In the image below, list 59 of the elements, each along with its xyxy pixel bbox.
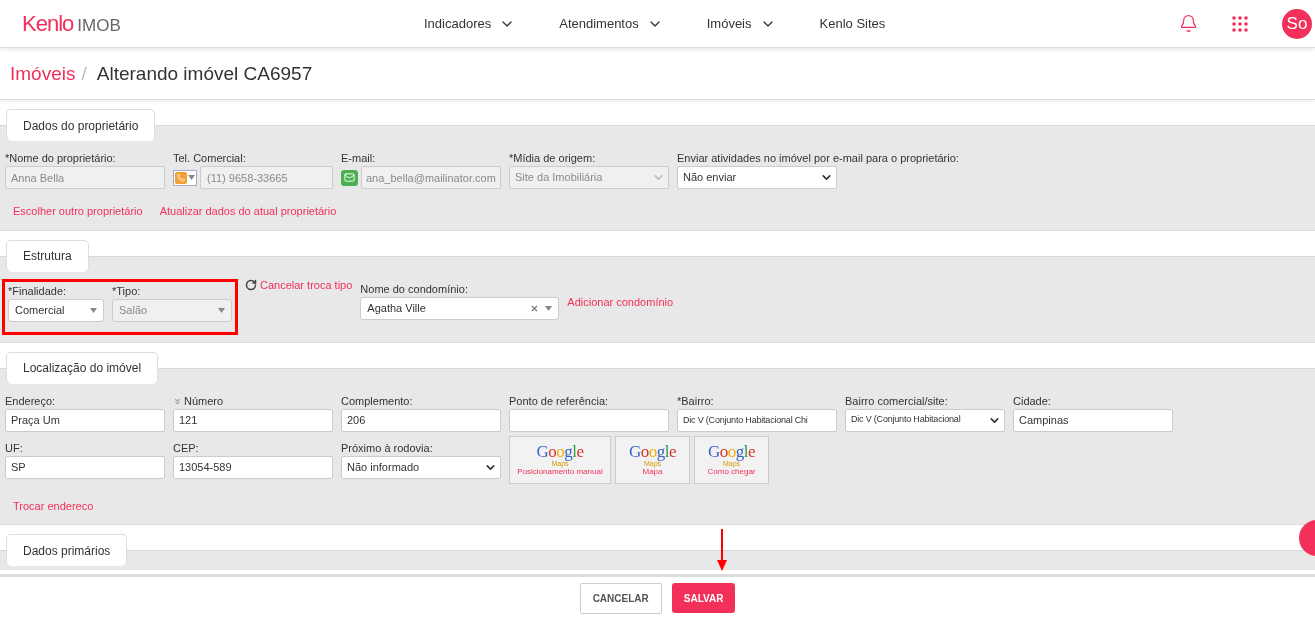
select-field[interactable]: Não informado xyxy=(341,455,501,479)
field-label: Complemento: xyxy=(341,393,413,409)
field-label: Nome do condomínio: xyxy=(360,281,468,297)
app-logo[interactable]: Kenlo IMOB xyxy=(22,7,402,40)
field-label: Número xyxy=(184,393,224,409)
caret-icon xyxy=(188,175,195,180)
field-label: E-mail: xyxy=(341,151,376,167)
breadcrumb-link[interactable]: Imóveis xyxy=(10,60,76,89)
field-label: *Bairro: xyxy=(677,393,714,409)
apps-grid-icon[interactable] xyxy=(1232,15,1248,32)
text-field[interactable]: Praça Um xyxy=(5,408,165,432)
section-tab[interactable]: Localização do imóvel xyxy=(6,351,159,384)
annotation-arrow xyxy=(717,529,727,571)
field-label: Endereço: xyxy=(5,393,56,409)
cancel-button[interactable]: CANCELAR xyxy=(579,582,662,614)
page-title: Alterando imóvel CA6957 xyxy=(96,62,313,87)
caret-icon xyxy=(218,307,225,313)
field-label: Ponto de referência: xyxy=(509,393,609,409)
section-tab[interactable]: Dados do proprietário xyxy=(6,109,156,141)
caret-icon xyxy=(90,307,97,313)
text-field[interactable]: Campinas xyxy=(1013,408,1173,432)
field-label: Bairro comercial/site: xyxy=(845,393,948,409)
notifications-icon[interactable] xyxy=(1179,14,1198,33)
text-field[interactable]: 13054-589 xyxy=(173,455,333,479)
field-label: UF: xyxy=(5,440,23,456)
text-field[interactable] xyxy=(509,408,669,432)
text-field[interactable]: 121 xyxy=(173,408,333,432)
section-tab[interactable]: Estrutura xyxy=(6,239,89,272)
field-label: CEP: xyxy=(173,440,199,456)
select-field[interactable]: Comercial xyxy=(8,298,104,322)
field-label: Enviar atividades no imóvel por e-mail para o proprietário: xyxy=(677,151,959,167)
field-label: Próximo à rodovia: xyxy=(341,440,433,456)
phone-type-picker[interactable] xyxy=(173,169,197,186)
nav-menu-item[interactable]: Indicadores xyxy=(424,13,516,34)
text-field[interactable]: Dic V (Conjunto Habitacional Chi xyxy=(677,408,837,432)
section-tab[interactable]: Dados primários xyxy=(6,534,128,566)
phone-icon xyxy=(175,171,187,184)
breadcrumb-separator: / xyxy=(81,62,87,87)
field-label: *Finalidade: xyxy=(8,283,67,299)
user-avatar[interactable]: So xyxy=(1282,8,1312,39)
select-field[interactable]: Agatha Ville xyxy=(360,296,560,320)
save-button[interactable]: SALVAR xyxy=(671,583,736,613)
field-label: *Nome do proprietário: xyxy=(5,151,116,167)
text-field[interactable]: 206 xyxy=(341,408,501,432)
text-field[interactable]: SP xyxy=(5,455,165,479)
caret-icon xyxy=(545,305,553,311)
clear-icon[interactable] xyxy=(530,303,540,313)
undo-icon xyxy=(245,278,257,291)
field-label: Cidade: xyxy=(1013,393,1051,409)
nav-menu-item[interactable]: Kenlo Sites xyxy=(819,13,886,34)
expand-icon[interactable] xyxy=(173,396,182,406)
field-label: Tel. Comercial: xyxy=(173,151,246,167)
nav-menu-item[interactable]: Atendimentos xyxy=(559,13,663,34)
nav-menu-item[interactable]: Imóveis xyxy=(706,13,776,34)
mail-icon xyxy=(341,169,358,186)
select-field[interactable]: Não enviar xyxy=(677,166,837,189)
field-label: *Tipo: xyxy=(112,283,141,299)
select-field[interactable]: Dic V (Conjunto Habitacional xyxy=(845,408,1005,432)
field-label: *Mídia de origem: xyxy=(509,151,596,167)
